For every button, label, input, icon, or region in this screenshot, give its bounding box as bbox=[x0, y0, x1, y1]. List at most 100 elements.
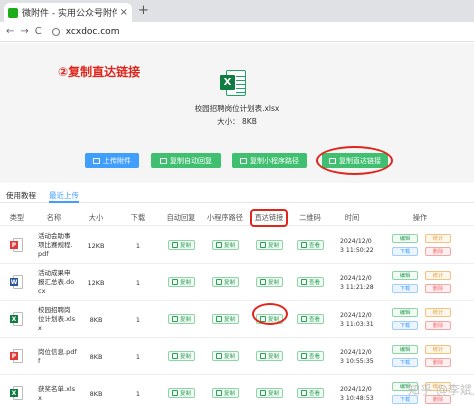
view-qrcode-button[interactable]: 查看 bbox=[297, 240, 324, 250]
url-text: xcxdoc.com bbox=[65, 26, 120, 37]
download-button[interactable]: 下载 bbox=[392, 358, 418, 367]
time-cell: 2024/12/0 3 10:48:53 bbox=[340, 385, 374, 402]
copy-reply-button[interactable]: 复制 bbox=[168, 240, 195, 250]
file-size: 大小： 8KB bbox=[217, 117, 257, 126]
tab-bar: 微附件 - 实用公众号附件助手... × + bbox=[0, 0, 474, 22]
size-cell: 8KB bbox=[89, 352, 103, 361]
edit-button[interactable]: 编辑 bbox=[392, 271, 418, 280]
copy-path-button[interactable]: 复制 bbox=[212, 277, 239, 287]
pdf-file-icon: P bbox=[10, 349, 23, 363]
copy-reply-button[interactable]: 复制 bbox=[168, 314, 195, 324]
xlsx-file-icon: X bbox=[10, 312, 23, 326]
copy-miniprogram-path-button[interactable]: 复制小程序路径 bbox=[232, 153, 307, 168]
table-row: W 活动成果申 报汇总表.do cx 12KB 1 复制 复制 复制 查看 2024/12/0 … bbox=[0, 264, 474, 301]
download-button[interactable]: 下载 bbox=[392, 284, 418, 293]
upload-button[interactable]: 上传附件 bbox=[85, 153, 139, 168]
size-cell: 8KB bbox=[89, 389, 103, 398]
file-name-cell: 获奖名单.xls x bbox=[38, 384, 76, 402]
doc-file-icon: W bbox=[10, 275, 23, 289]
downloads-cell: 1 bbox=[135, 278, 141, 287]
copy-path-button[interactable]: 复制 bbox=[212, 314, 239, 324]
time-cell: 2024/12/0 3 11:03:31 bbox=[340, 311, 374, 328]
time-cell: 2024/12/0 3 10:55:35 bbox=[340, 348, 374, 365]
highlight-circle-button bbox=[316, 146, 393, 175]
table-row: X 获奖名单.xls x 8KB 1 复制 复制 复制 查看 2024/12/0 3 10:48… bbox=[0, 375, 474, 406]
file-name-cell: 活动成果申 报汇总表.do cx bbox=[38, 269, 75, 295]
delete-button[interactable]: 删除 bbox=[425, 358, 451, 367]
copy-reply-button[interactable]: 复制 bbox=[168, 351, 195, 361]
stat-button[interactable]: 统计 bbox=[425, 345, 451, 354]
copy-link-button[interactable]: 复制 bbox=[256, 351, 283, 361]
url-field[interactable]: xcxdoc.com bbox=[51, 26, 120, 37]
copy-icon bbox=[160, 157, 167, 164]
tab-tutorial[interactable]: 使用教程 bbox=[6, 190, 36, 201]
size-cell: 12KB bbox=[87, 278, 105, 287]
site-info-icon[interactable] bbox=[51, 27, 60, 36]
tab-title: 微附件 - 实用公众号附件助手... bbox=[22, 9, 117, 19]
file-name-cell: 岗位信息.pdf f bbox=[38, 347, 77, 365]
table-row: X 校园招聘岗 位计划表.xls x 8KB 1 复制 复制 复制 查看 2024/12/0 3… bbox=[0, 301, 474, 338]
edit-button[interactable]: 编辑 bbox=[392, 308, 418, 317]
header-time: 时间 bbox=[344, 213, 360, 222]
view-qrcode-button[interactable]: 查看 bbox=[297, 388, 324, 398]
file-name-cell: 活动会助事 项比赛规程. pdf bbox=[38, 232, 73, 258]
copy-path-button[interactable]: 复制 bbox=[212, 388, 239, 398]
header-actions: 操作 bbox=[412, 213, 428, 222]
table-header: 类型 名称 大小 下载 自动回复 小程序路径 直达链接 二维码 时间 操作 bbox=[0, 210, 474, 226]
time-cell: 2024/12/0 3 11:50:22 bbox=[340, 237, 374, 254]
delete-button[interactable]: 删除 bbox=[425, 284, 451, 293]
copy-path-button[interactable]: 复制 bbox=[212, 351, 239, 361]
excel-file-icon: X bbox=[220, 70, 246, 96]
header-size: 大小 bbox=[88, 213, 104, 222]
copy-path-button[interactable]: 复制 bbox=[212, 240, 239, 250]
copy-reply-button[interactable]: 复制 bbox=[168, 277, 195, 287]
copy-icon bbox=[240, 157, 247, 164]
downloads-cell: 1 bbox=[135, 241, 141, 250]
copy-link-button[interactable]: 复制 bbox=[256, 277, 283, 287]
browser-window: 微附件 - 实用公众号附件助手... × + ← → C xcxdoc.com … bbox=[0, 0, 474, 406]
file-name-cell: 校园招聘岗 位计划表.xls x bbox=[38, 306, 76, 332]
copy-link-button[interactable]: 复制 bbox=[256, 388, 283, 398]
forward-icon[interactable]: → bbox=[20, 26, 28, 37]
step-annotation: ②复制直达链接 bbox=[58, 65, 141, 79]
view-qrcode-button[interactable]: 查看 bbox=[297, 314, 324, 324]
stat-button[interactable]: 统计 bbox=[425, 308, 451, 317]
edit-button[interactable]: 编辑 bbox=[392, 234, 418, 243]
new-tab-icon[interactable]: + bbox=[138, 3, 149, 18]
view-qrcode-button[interactable]: 查看 bbox=[297, 351, 324, 361]
view-qrcode-button[interactable]: 查看 bbox=[297, 277, 324, 287]
downloads-cell: 1 bbox=[135, 315, 141, 324]
favicon-icon bbox=[8, 7, 18, 18]
sub-tabs: 使用教程 最近上传 bbox=[0, 190, 474, 203]
address-bar: ← → C xcxdoc.com bbox=[0, 22, 474, 42]
header-auto-reply: 自动回复 bbox=[166, 213, 196, 222]
stat-button[interactable]: 统计 bbox=[425, 234, 451, 243]
copy-auto-reply-button[interactable]: 复制自动回复 bbox=[151, 153, 221, 168]
header-miniprogram-path: 小程序路径 bbox=[207, 213, 243, 222]
table-row: P 岗位信息.pdf f 8KB 1 复制 复制 复制 查看 2024/12/0 3 10:55… bbox=[0, 338, 474, 375]
file-name: 校园招聘岗位计划表.xlsx bbox=[194, 104, 280, 113]
delete-button[interactable]: 删除 bbox=[425, 247, 451, 256]
reload-icon[interactable]: C bbox=[35, 26, 42, 37]
size-cell: 8KB bbox=[89, 315, 103, 324]
edit-button[interactable]: 编辑 bbox=[392, 345, 418, 354]
download-button[interactable]: 下载 bbox=[392, 321, 418, 330]
tab-recent-uploads[interactable]: 最近上传 bbox=[49, 190, 79, 203]
delete-button[interactable]: 删除 bbox=[425, 321, 451, 330]
table-row: P 活动会助事 项比赛规程. pdf 12KB 1 复制 复制 复制 查看 2024/12/0 … bbox=[0, 227, 474, 264]
highlight-circle-cell bbox=[252, 303, 288, 325]
back-icon[interactable]: ← bbox=[6, 26, 14, 37]
close-tab-icon[interactable]: × bbox=[120, 7, 128, 18]
copy-link-button[interactable]: 复制 bbox=[256, 240, 283, 250]
xlsx-file-icon: X bbox=[10, 386, 23, 400]
time-cell: 2024/12/0 3 11:21:28 bbox=[340, 274, 374, 291]
copy-reply-button[interactable]: 复制 bbox=[168, 388, 195, 398]
header-type: 类型 bbox=[9, 213, 25, 222]
browser-tab[interactable]: 微附件 - 实用公众号附件助手... × bbox=[4, 3, 132, 22]
header-qrcode: 二维码 bbox=[299, 213, 321, 222]
downloads-cell: 1 bbox=[135, 389, 141, 398]
stat-button[interactable]: 统计 bbox=[425, 271, 451, 280]
download-button[interactable]: 下载 bbox=[392, 247, 418, 256]
highlight-box-header bbox=[250, 209, 288, 227]
watermark: 知乎 @李斌儿 bbox=[408, 383, 474, 397]
